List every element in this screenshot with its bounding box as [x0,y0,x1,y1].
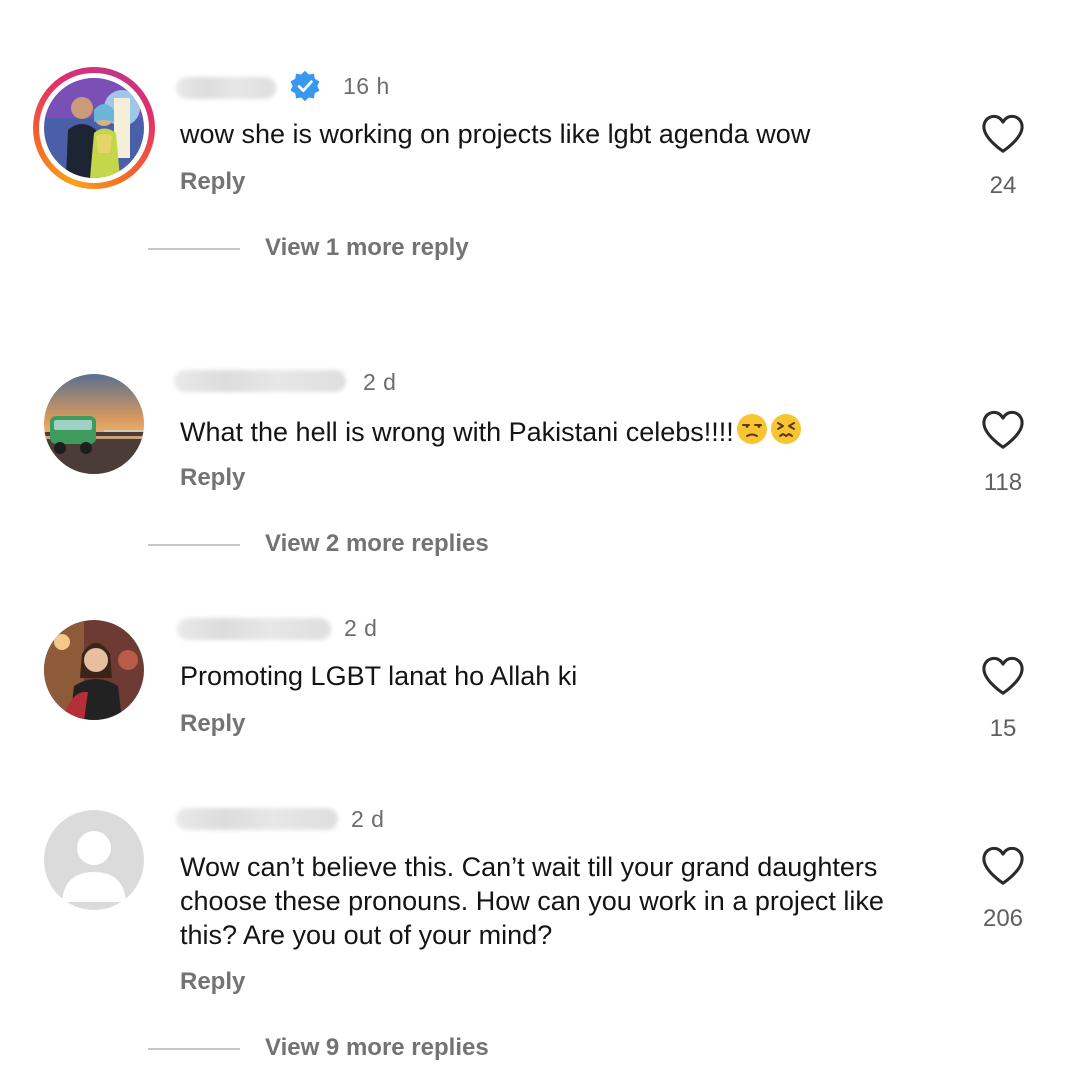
reply-button[interactable]: Reply [180,968,245,996]
reply-button[interactable]: Reply [180,710,245,738]
default-avatar-icon[interactable] [44,810,144,910]
comment-text: wow she is working on projects like lgbt… [180,119,811,149]
unamused-face-icon [736,414,767,444]
comment-timestamp: 2 d [344,615,378,641]
heart-outline-icon[interactable] [980,655,1026,697]
divider-line [148,1048,240,1050]
verified-badge-icon [290,70,320,102]
username-redacted[interactable] [174,370,346,392]
like-count: 24 [989,172,1017,199]
heart-outline-icon[interactable] [980,845,1026,887]
divider-line [148,544,240,546]
like-count: 118 [983,469,1023,496]
comment-timestamp: 2 d [363,369,397,395]
confounded-face-icon [770,414,801,444]
avatar-story-ring[interactable] [33,67,155,189]
comments-list: 16 h wow she is working on projects like… [0,0,1080,1080]
username-redacted[interactable] [176,77,276,99]
view-replies-label: View 9 more replies [265,1034,489,1061]
heart-outline-icon[interactable] [980,409,1026,451]
divider-line [148,248,240,250]
comment-text: What the hell is wrong with Pakistani ce… [180,413,940,449]
heart-outline-icon[interactable] [980,113,1026,155]
like-count: 206 [982,905,1024,932]
avatar[interactable] [44,620,144,720]
comment-text: Promoting LGBT lanat ho Allah ki [180,661,578,691]
comment-timestamp: 2 d [351,806,385,832]
username-redacted[interactable] [177,618,331,640]
comment-timestamp: 16 h [343,73,390,99]
like-count: 15 [989,715,1017,742]
avatar[interactable] [44,374,144,474]
username-redacted[interactable] [176,808,338,830]
comment-text: Wow can’t believe this. Can’t wait till … [180,852,884,950]
reply-button[interactable]: Reply [180,464,245,492]
avatar [44,78,144,178]
reply-button[interactable]: Reply [180,168,245,196]
view-replies-label: View 1 more reply [265,234,469,261]
view-replies-label: View 2 more replies [265,530,489,557]
comment-text-body: What the hell is wrong with Pakistani ce… [180,417,734,447]
